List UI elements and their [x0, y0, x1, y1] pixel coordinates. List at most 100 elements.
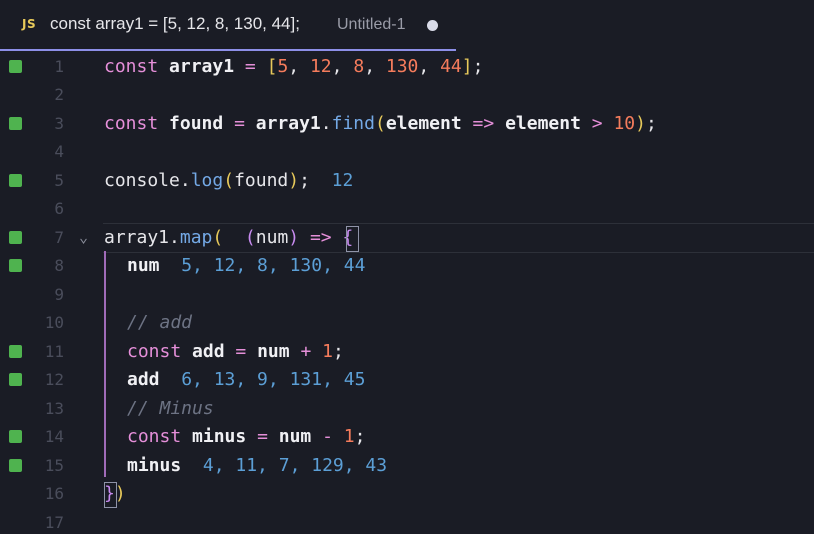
change-marker-icon — [9, 117, 22, 130]
code-line-3[interactable]: 3 const found = array1.find(element => e… — [0, 110, 814, 138]
identifier: found — [169, 113, 224, 134]
change-marker-icon — [9, 259, 22, 272]
arrow-operator: => — [309, 227, 332, 248]
code-text: num 5, 12, 8, 130, 44 — [127, 254, 365, 278]
dot: . — [169, 227, 180, 248]
function-name: log — [190, 170, 224, 191]
inline-result: 4, 11, 7, 129, 43 — [202, 455, 388, 476]
separator: , — [288, 56, 310, 77]
code-line-12[interactable]: 12 add 6, 13, 9, 131, 45 — [0, 366, 814, 394]
operator: - — [322, 426, 333, 447]
line-number: 12 — [44, 370, 64, 389]
code-line-16[interactable]: 16 }) — [0, 480, 814, 508]
bracket: [ — [266, 56, 278, 77]
line-number: 4 — [54, 142, 64, 161]
code-line-10[interactable]: 10 // add — [0, 309, 814, 337]
identifier: element — [385, 113, 462, 134]
code-line-9[interactable]: 9 — [0, 281, 814, 309]
code-line-13[interactable]: 13 // Minus — [0, 395, 814, 423]
code-text: const add = num + 1; — [127, 340, 344, 364]
bracket: ) — [288, 170, 300, 191]
keyword: const — [127, 341, 182, 362]
line-number: 7 — [54, 228, 64, 247]
identifier: num — [257, 341, 290, 362]
bracket: ] — [461, 56, 473, 77]
change-marker-icon — [9, 60, 22, 73]
separator: , — [418, 56, 441, 77]
tab-file-name: Untitled-1 — [337, 16, 406, 33]
operator: = — [244, 56, 256, 77]
code-line-8[interactable]: 8 num 5, 12, 8, 130, 44 — [0, 252, 814, 280]
unsaved-dot-icon[interactable] — [427, 20, 438, 31]
keyword: const — [127, 426, 182, 447]
code-text: const found = array1.find(element => ele… — [104, 112, 657, 136]
semicolon: ; — [354, 426, 366, 447]
operator: + — [300, 341, 312, 362]
code-line-17[interactable]: 17 — [0, 509, 814, 534]
separator: , — [331, 56, 354, 77]
semicolon: ; — [645, 113, 657, 134]
bracket: ) — [635, 113, 646, 134]
code-line-15[interactable]: 15 minus 4, 11, 7, 129, 43 — [0, 452, 814, 480]
identifier: num — [278, 426, 312, 447]
operator: = — [257, 426, 268, 447]
identifier: array1 — [104, 227, 170, 248]
inline-result: 12 — [331, 170, 354, 191]
number: 130 — [385, 56, 419, 77]
operator: > — [591, 113, 603, 134]
separator: , — [364, 56, 386, 77]
line-number: 17 — [44, 513, 64, 532]
code-text: console.log(found); 12 — [104, 169, 353, 193]
line-number: 9 — [54, 285, 64, 304]
number: 8 — [353, 56, 365, 77]
bracket: ( — [244, 227, 256, 248]
code-line-7[interactable]: 7 ⌄ array1.map( (num) => { — [0, 224, 814, 252]
line-number: 2 — [54, 85, 64, 104]
comment: // Minus — [127, 398, 214, 419]
semicolon: ; — [299, 170, 310, 191]
code-line-1[interactable]: 1 const array1 = [5, 12, 8, 130, 44]; — [0, 53, 814, 81]
code-text: minus 4, 11, 7, 129, 43 — [127, 454, 387, 478]
identifier: console — [104, 170, 180, 191]
identifier: array1 — [169, 56, 235, 77]
line-number: 8 — [54, 256, 64, 275]
inline-result: 5, 12, 8, 130, 44 — [181, 255, 366, 276]
function-name: map — [179, 227, 213, 248]
identifier: minus — [127, 455, 182, 476]
line-number: 1 — [54, 57, 64, 76]
number: 12 — [309, 56, 332, 77]
code-line-2[interactable]: 2 — [0, 81, 814, 109]
code-line-6[interactable]: 6 — [0, 195, 814, 223]
keyword: const — [104, 113, 159, 134]
tab-title: const array1 = [5, 12, 8, 130, 44]; — [50, 14, 300, 33]
code-text: array1.map( (num) => { — [104, 226, 353, 250]
line-number: 3 — [54, 114, 64, 133]
identifier: add — [192, 341, 225, 362]
bracket: ( — [374, 113, 386, 134]
line-number: 14 — [44, 427, 64, 446]
code-line-5[interactable]: 5 console.log(found); 12 — [0, 167, 814, 195]
code-text: const array1 = [5, 12, 8, 130, 44]; — [104, 55, 483, 79]
identifier: found — [234, 170, 289, 191]
code-line-4[interactable]: 4 — [0, 138, 814, 166]
semicolon: ; — [472, 56, 484, 77]
code-line-11[interactable]: 11 const add = num + 1; — [0, 338, 814, 366]
tab-untitled-1[interactable]: JS const array1 = [5, 12, 8, 130, 44]; U… — [0, 0, 456, 51]
line-number: 13 — [44, 399, 64, 418]
operator: = — [234, 113, 245, 134]
identifier: minus — [192, 426, 247, 447]
number: 10 — [613, 113, 636, 134]
change-marker-icon — [9, 459, 22, 472]
bracket-match-highlight — [346, 226, 359, 252]
code-text: const minus = num - 1; — [127, 425, 365, 449]
line-number: 5 — [54, 171, 64, 190]
fold-chevron-down-icon[interactable]: ⌄ — [79, 228, 88, 246]
number: 44 — [440, 56, 462, 77]
inline-result: 6, 13, 9, 131, 45 — [181, 369, 366, 390]
code-line-14[interactable]: 14 const minus = num - 1; — [0, 423, 814, 451]
line-number: 10 — [44, 313, 64, 332]
number: 1 — [343, 426, 355, 447]
line-number: 15 — [44, 456, 64, 475]
bracket: ( — [212, 227, 224, 248]
code-editor[interactable]: 1 const array1 = [5, 12, 8, 130, 44]; 2 … — [0, 53, 814, 534]
